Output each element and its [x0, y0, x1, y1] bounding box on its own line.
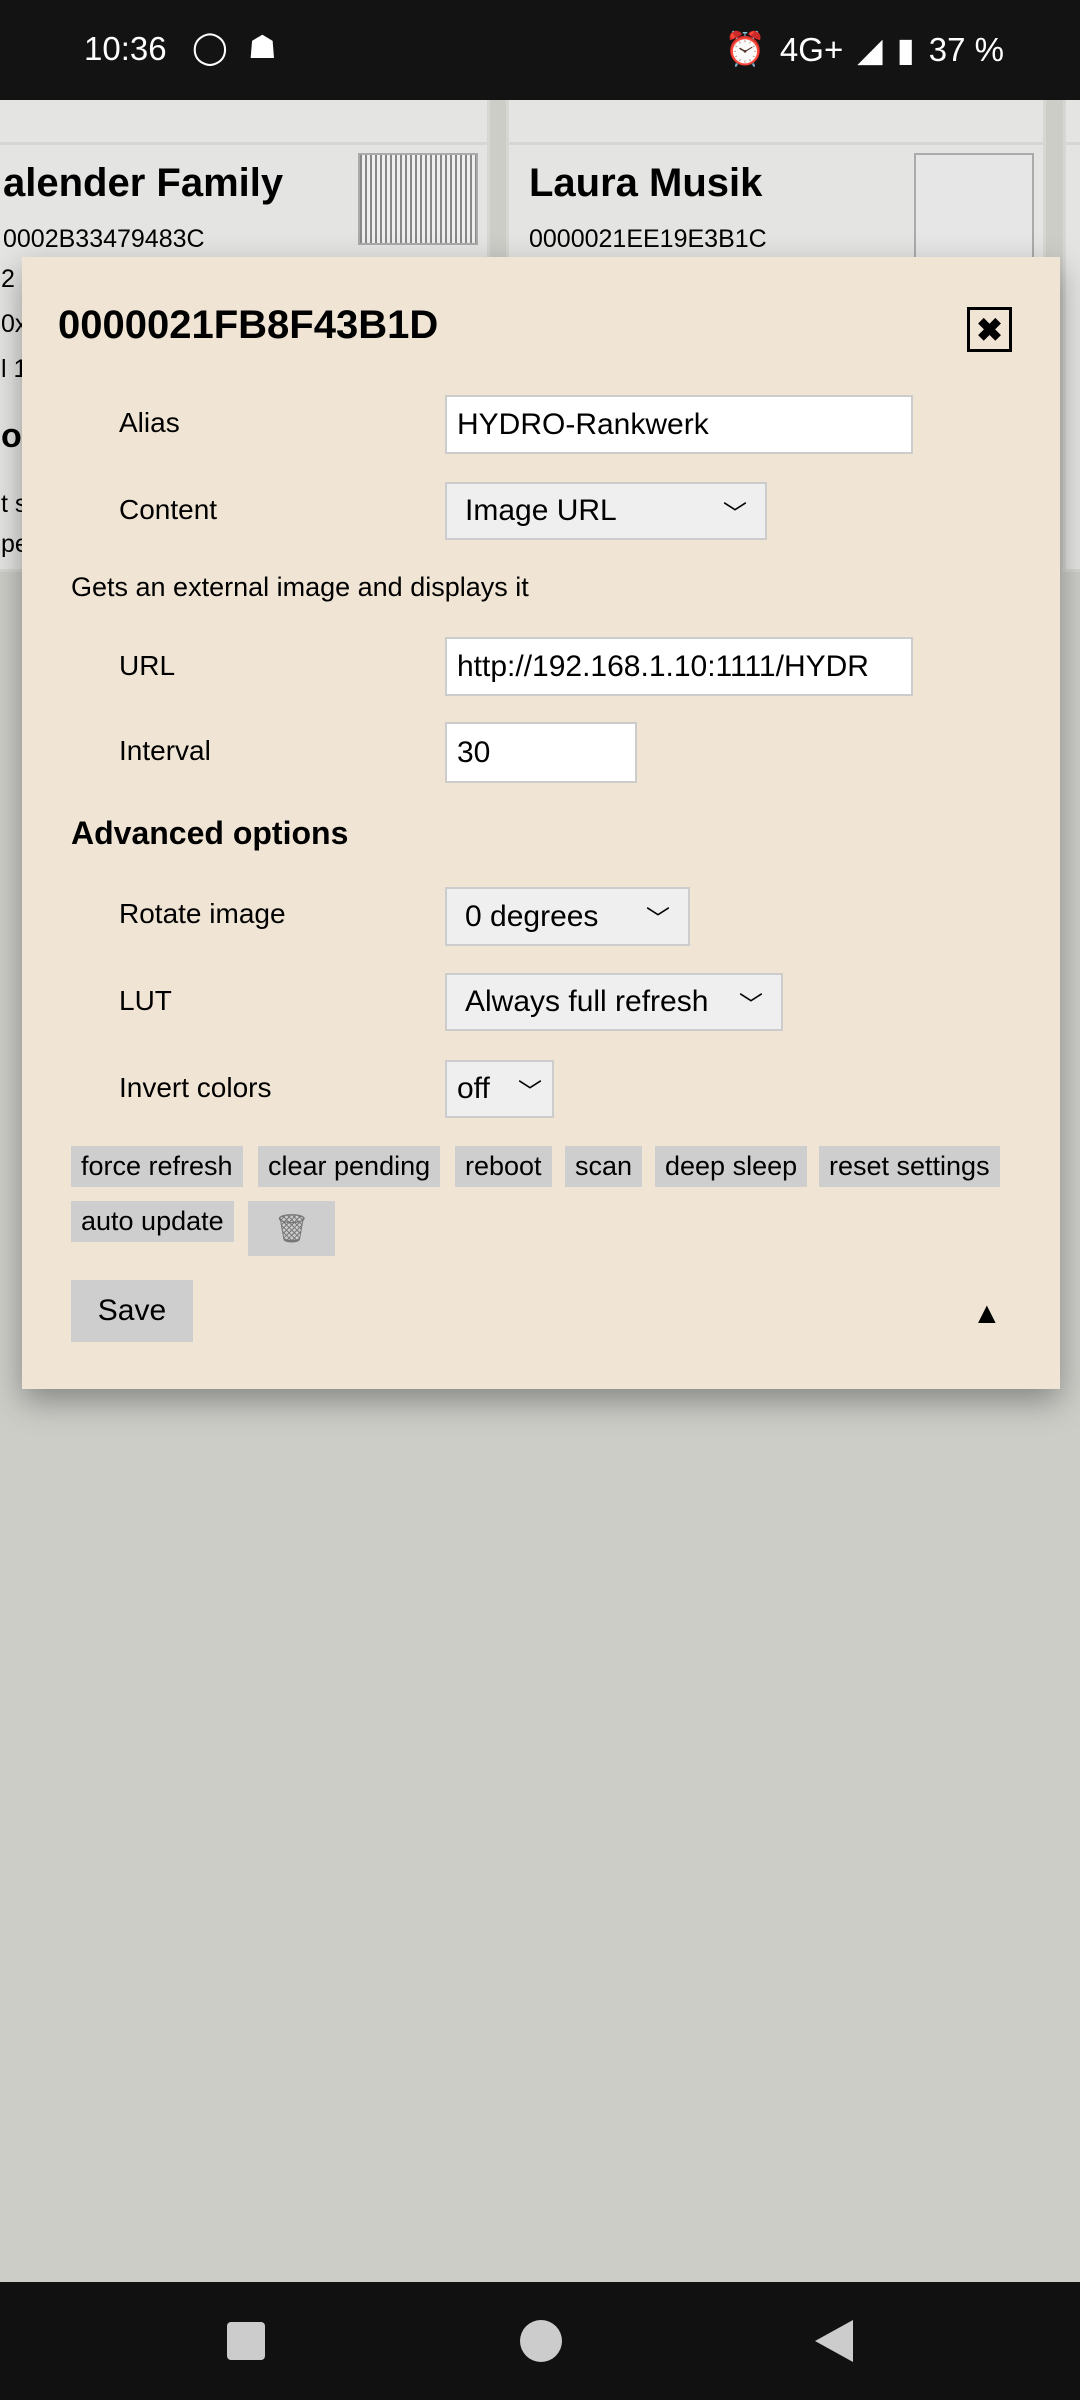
- reboot-button[interactable]: reboot: [455, 1146, 552, 1187]
- device-settings-dialog: 0000021FB8F43B1D ✖ Alias HYDRO-Rankwerk …: [22, 257, 1060, 1389]
- clear-pending-button[interactable]: clear pending: [258, 1146, 441, 1187]
- deep-sleep-button[interactable]: deep sleep: [655, 1146, 808, 1187]
- chevron-down-icon: ﹀: [739, 991, 763, 1019]
- battery-level: 37 %: [928, 30, 1004, 68]
- whatsapp-icon: ◯: [192, 29, 228, 65]
- signal-icon: ◢: [857, 31, 883, 68]
- clock: 10:36: [84, 30, 167, 67]
- content-select[interactable]: Image URL ﹀: [445, 482, 767, 540]
- advanced-options-heading: Advanced options: [71, 815, 349, 851]
- card-id: 0000021EE19E3B1C: [529, 225, 767, 253]
- card-thumbnail: [358, 153, 478, 245]
- rotate-label: Rotate image: [119, 898, 286, 929]
- alarm-icon: ⏰: [724, 30, 766, 67]
- chevron-down-icon: ﹀: [518, 1078, 542, 1106]
- interval-input[interactable]: 30: [445, 722, 637, 783]
- rotate-select-value: 0 degrees: [465, 899, 599, 933]
- invert-select-value: off: [457, 1072, 490, 1105]
- lut-select[interactable]: Always full refresh ﹀: [445, 973, 783, 1031]
- content-label: Content: [119, 494, 218, 525]
- url-label: URL: [119, 650, 176, 681]
- close-button[interactable]: ✖: [967, 307, 1012, 352]
- rotate-select[interactable]: 0 degrees ﹀: [445, 887, 690, 946]
- invert-select[interactable]: off ﹀: [445, 1060, 554, 1118]
- network-type: 4G+: [779, 30, 844, 68]
- status-bar: 10:36 ◯ ☗ ⏰ 4G+ ◢ ▮ 37 %: [0, 0, 1080, 100]
- collapse-toggle[interactable]: ▲: [972, 1297, 1002, 1331]
- alias-input[interactable]: HYDRO-Rankwerk: [445, 395, 913, 454]
- chevron-down-icon: ﹀: [723, 500, 747, 528]
- delete-button[interactable]: 🗑: [248, 1201, 335, 1256]
- card-line: o: [1, 417, 22, 455]
- content-description: Gets an external image and displays it: [71, 572, 529, 602]
- force-refresh-button[interactable]: force refresh: [71, 1146, 243, 1187]
- save-button[interactable]: Save: [71, 1280, 193, 1342]
- auto-update-button[interactable]: auto update: [71, 1201, 234, 1242]
- invert-label: Invert colors: [119, 1072, 272, 1103]
- reset-settings-button[interactable]: reset settings: [819, 1146, 1000, 1187]
- lut-label: LUT: [119, 985, 172, 1016]
- scan-button[interactable]: scan: [565, 1146, 643, 1187]
- lut-select-value: Always full refresh: [465, 985, 709, 1018]
- navigation-bar: [0, 2282, 1080, 2400]
- recents-icon[interactable]: [227, 2322, 265, 2360]
- battery-icon: ▮: [896, 31, 915, 68]
- card-id: 0002B33479483C: [3, 225, 205, 253]
- trash-icon: 🗑: [273, 1213, 310, 1244]
- chevron-down-icon: ﹀: [646, 906, 670, 933]
- content-select-value: Image URL: [465, 494, 617, 527]
- alias-label: Alias: [119, 407, 180, 438]
- url-input[interactable]: http://192.168.1.10:1111/HYDR: [445, 637, 913, 696]
- card-title: Laura Musik: [529, 161, 763, 205]
- card-title: alender Family: [3, 161, 284, 205]
- discord-icon: ☗: [248, 29, 277, 65]
- device-card[interactable]: [1063, 142, 1080, 572]
- back-icon[interactable]: [815, 2320, 853, 2362]
- dialog-title: 0000021FB8F43B1D: [58, 303, 439, 347]
- home-icon[interactable]: [520, 2320, 562, 2362]
- interval-label: Interval: [119, 735, 211, 766]
